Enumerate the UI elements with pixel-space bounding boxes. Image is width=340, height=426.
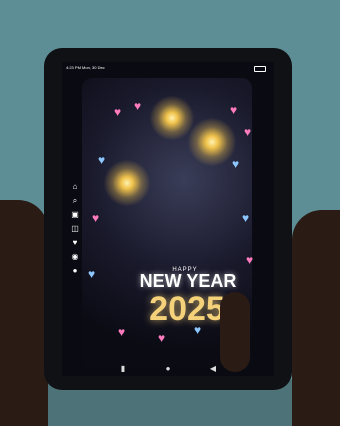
heart-icon: ♥ xyxy=(230,103,238,117)
photo-scene: 4:23 PM Mon, 30 Dec ♥ ♥ ♥ ♥ ♥ ♥ ♥ ♥ ♥ ♥ … xyxy=(0,0,340,426)
heart-icon: ♥ xyxy=(118,325,126,339)
heart-icon: ♥ xyxy=(92,211,100,225)
gallery-icon[interactable]: ▣ xyxy=(70,210,80,220)
message-icon[interactable]: ◫ xyxy=(70,224,80,234)
heart-icon: ♥ xyxy=(134,99,142,113)
recent-apps-icon[interactable]: ▮ xyxy=(118,364,128,374)
heart-icon[interactable]: ♥ xyxy=(70,238,80,248)
heart-icon: ♥ xyxy=(158,331,166,345)
heart-icon: ♥ xyxy=(244,125,252,139)
firework-left xyxy=(104,160,150,206)
heart-icon: ♥ xyxy=(232,157,240,171)
search-icon[interactable]: ⌕ xyxy=(70,196,80,206)
heart-icon: ♥ xyxy=(98,153,106,167)
left-arm xyxy=(0,200,48,426)
heart-icon: ♥ xyxy=(88,267,96,281)
side-app-rail: ⌂ ⌕ ▣ ◫ ♥ ◉ ● xyxy=(70,182,80,282)
firework-top xyxy=(150,96,194,140)
new-year-text: NEW YEAR xyxy=(139,271,237,291)
back-icon[interactable]: ◀ xyxy=(208,364,218,374)
avatar[interactable]: ● xyxy=(70,266,80,276)
home-button-icon[interactable]: ● xyxy=(163,364,173,374)
status-bar: 4:23 PM Mon, 30 Dec xyxy=(62,62,274,74)
right-arm xyxy=(292,210,340,426)
right-thumb xyxy=(220,292,250,372)
status-time: 4:23 PM Mon, 30 Dec xyxy=(66,65,105,70)
heart-icon: ♥ xyxy=(246,253,254,267)
firework-right xyxy=(188,118,236,166)
heart-icon: ♥ xyxy=(242,211,250,225)
home-icon[interactable]: ⌂ xyxy=(70,182,80,192)
camera-icon[interactable]: ◉ xyxy=(70,252,80,262)
battery-icon xyxy=(254,66,266,72)
heart-icon: ♥ xyxy=(114,105,122,119)
